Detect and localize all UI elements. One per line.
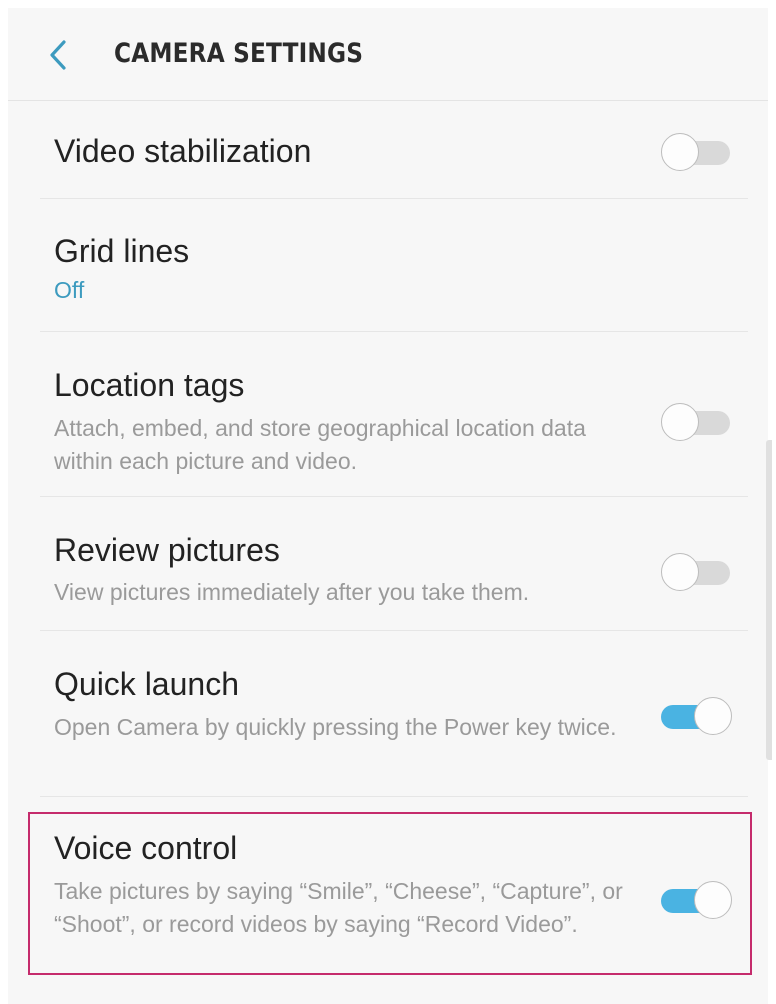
page-title: CAMERA SETTINGS [114,38,364,69]
setting-title: Grid lines [54,233,190,269]
setting-row-review-pictures[interactable]: Review pictures View pictures immediatel… [40,497,748,631]
toggle-knob [694,697,732,735]
setting-row-video-stabilization[interactable]: Video stabilization [40,100,748,199]
setting-row-voice-control[interactable]: Voice control Take pictures by saying “S… [40,797,748,992]
setting-description: Take pictures by saying “Smile”, “Cheese… [54,878,623,937]
setting-title: Location tags [54,367,245,403]
setting-title: Voice control [54,830,238,866]
voice-control-toggle[interactable] [661,881,732,921]
location-tags-toggle[interactable] [661,403,732,443]
setting-row-grid-lines[interactable]: Grid lines Off [40,199,748,332]
toggle-knob [661,403,699,441]
setting-description: Open Camera by quickly pressing the Powe… [54,714,617,740]
toggle-knob [694,881,732,919]
quick-launch-toggle[interactable] [661,697,732,737]
toggle-knob [661,553,699,591]
video-stabilization-toggle[interactable] [661,133,732,173]
header-bar: CAMERA SETTINGS [8,8,768,101]
camera-settings-screen: CAMERA SETTINGS Video stabilization Grid… [8,8,768,1004]
setting-title: Quick launch [54,666,239,702]
setting-description: Attach, embed, and store geographical lo… [54,415,586,474]
toggle-knob [661,133,699,171]
setting-title: Video stabilization [54,133,312,169]
setting-value: Off [54,277,85,303]
chevron-left-icon[interactable] [46,38,72,72]
setting-title: Review pictures [54,532,280,568]
setting-row-quick-launch[interactable]: Quick launch Open Camera by quickly pres… [40,631,748,797]
review-pictures-toggle[interactable] [661,553,732,593]
setting-description: View pictures immediately after you take… [54,579,530,605]
scrollbar[interactable] [766,440,772,760]
setting-row-location-tags[interactable]: Location tags Attach, embed, and store g… [40,332,748,497]
